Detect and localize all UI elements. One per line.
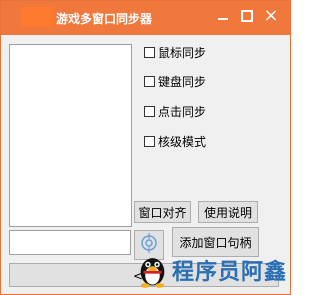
checkbox-core-mode[interactable]: 核级模式	[144, 133, 206, 150]
checkbox-box[interactable]	[144, 136, 155, 147]
title-bar[interactable]: 游戏多窗口同步器 ×	[1, 1, 290, 35]
help-button[interactable]: 使用说明	[198, 201, 258, 223]
window-list[interactable]	[9, 44, 132, 227]
checkbox-keyboard-sync[interactable]: 键盘同步	[144, 73, 206, 90]
checkbox-box[interactable]	[144, 76, 155, 87]
close-button[interactable]: ×	[259, 6, 283, 26]
maximize-button[interactable]	[235, 6, 259, 26]
watermark: 程序员阿鑫	[137, 249, 287, 291]
window-handle-input[interactable]	[9, 230, 131, 255]
align-windows-button[interactable]: 窗口对齐	[134, 201, 191, 223]
window-title: 游戏多窗口同步器	[56, 12, 153, 26]
checkbox-box[interactable]	[144, 106, 155, 117]
watermark-text: 程序员阿鑫	[171, 260, 287, 285]
checkbox-click-sync[interactable]: 点击同步	[144, 103, 206, 120]
checkbox-label: 核级模式	[158, 135, 207, 149]
client-area: 鼠标同步 键盘同步 点击同步 核级模式 窗口对齐 使用说明 添加窗口句柄 <开	[1, 35, 290, 294]
minimize-icon	[218, 18, 228, 20]
maximize-icon	[241, 10, 253, 22]
app-window: 游戏多窗口同步器 × 鼠标同步 键盘同步 点击同步 核级模式 窗口对齐 使用说明…	[0, 0, 291, 295]
checkbox-label: 点击同步	[158, 105, 207, 119]
checkbox-label: 鼠标同步	[158, 46, 207, 60]
app-icon	[21, 7, 53, 27]
close-icon: ×	[263, 5, 279, 26]
checkbox-mouse-sync[interactable]: 鼠标同步	[144, 44, 206, 61]
penguin-icon	[140, 258, 165, 288]
minimize-button[interactable]	[211, 6, 235, 26]
checkbox-label: 键盘同步	[158, 75, 207, 89]
checkbox-box[interactable]	[144, 47, 155, 58]
